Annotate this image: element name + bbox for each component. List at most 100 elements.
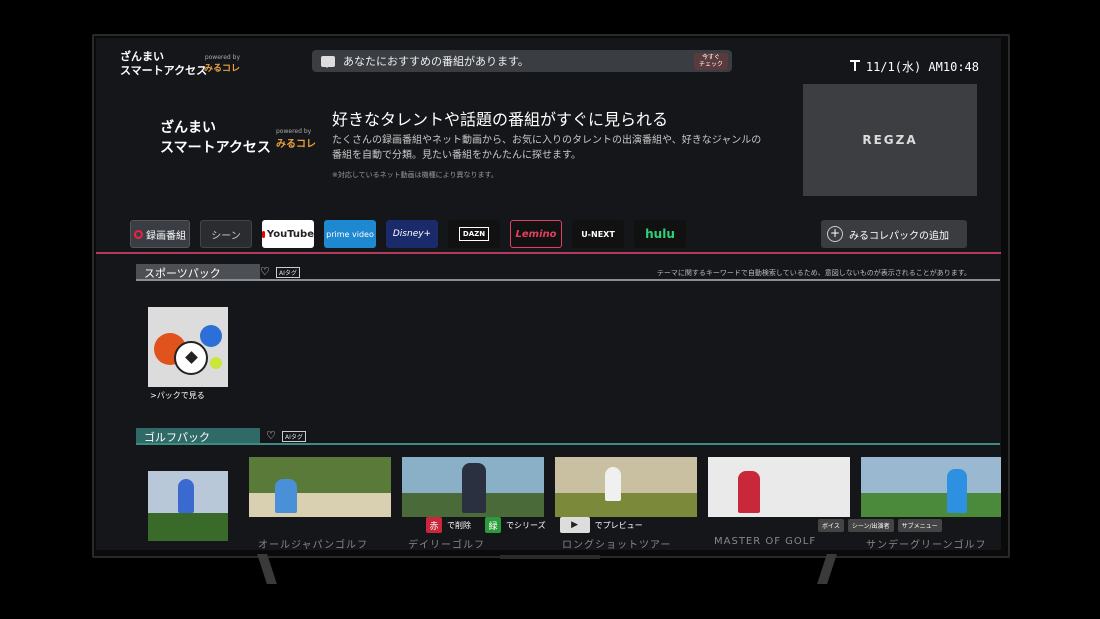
hero-note: ※対応しているネット動画は機種により異なります。	[332, 171, 498, 179]
ground	[555, 493, 697, 517]
tab-dazn-label: DAZN	[458, 227, 490, 241]
soccer-ball-shape	[174, 341, 208, 375]
message-icon	[321, 55, 335, 68]
regza-logo: REGZA	[862, 133, 918, 147]
sports-pack-thumbnail[interactable]	[148, 307, 228, 387]
sub-key-hints: ボイス シーン/出演者 サブメニュー	[818, 519, 946, 532]
tab-youtube-label: YouTube	[266, 228, 314, 240]
golf-thumbnail[interactable]	[708, 457, 850, 517]
tv-bottom-bar	[500, 555, 600, 559]
sky	[249, 457, 391, 493]
golf-thumbnail[interactable]	[249, 457, 391, 517]
golf-thumbnail[interactable]	[148, 471, 228, 541]
mirukore-logo: みるコレ	[204, 64, 241, 74]
golf-thumbnail[interactable]	[402, 457, 544, 517]
powered-by-text: powered by	[204, 54, 241, 61]
tab-lemino-label: Lemino	[515, 228, 557, 240]
golfer-figure	[738, 471, 760, 513]
tab-prime-video[interactable]: prime video	[324, 220, 376, 248]
heart-icon[interactable]: ♡	[260, 265, 270, 278]
theme-note: テーマに関するキーワードで自動検索しているため、意図しないものが表示されることが…	[656, 269, 971, 277]
remote-controls-hint: 赤 で削除 緑 でシリーズ ▶ でプレビュー	[426, 516, 657, 534]
tab-youtube[interactable]: YouTube	[262, 220, 314, 248]
check-now-line2: チェック	[698, 61, 723, 68]
voice-key: ボイス	[818, 519, 844, 532]
add-pack-button[interactable]: + みるコレパックの追加	[821, 220, 967, 248]
tab-lemino[interactable]: Lemino	[510, 220, 562, 248]
golfer-figure	[462, 463, 486, 513]
pack-view-link[interactable]: >パックで見る	[150, 390, 205, 401]
play-icon: ▶	[559, 517, 590, 533]
antenna-icon	[849, 60, 860, 72]
service-tabs: 録画番組 シーン YouTube prime video Disney+ DAZ…	[130, 218, 696, 250]
red-key-label: で削除	[447, 520, 471, 530]
green-key: 緑	[485, 517, 501, 533]
hero-description: たくさんの録画番組やネット動画から、お気に入りのタレントの出演番組や、好きなジャ…	[332, 135, 762, 161]
golf-divider	[136, 443, 1000, 445]
tennis-ball-shape	[210, 357, 222, 369]
tab-scene-label: シーン	[211, 230, 241, 242]
hero-powered-text: powered by	[276, 128, 312, 135]
youtube-icon	[262, 230, 265, 238]
add-pack-label: みるコレパックの追加	[849, 230, 949, 242]
golf-caption: デイリーゴルフ	[408, 540, 485, 550]
record-icon	[134, 229, 143, 239]
ai-tag-badge: AIタグ	[282, 431, 306, 442]
red-key: 赤	[426, 517, 442, 533]
app-title: ざんまい スマートアクセス	[120, 50, 207, 78]
sports-divider	[136, 279, 1000, 281]
tab-disney-plus[interactable]: Disney+	[386, 220, 438, 248]
golfer-figure	[275, 479, 297, 513]
golfer-figure	[947, 469, 967, 513]
ground	[861, 493, 1001, 517]
tab-recorded-label: 録画番組	[146, 230, 186, 242]
heart-icon[interactable]: ♡	[266, 429, 276, 442]
plus-icon: +	[827, 226, 843, 242]
sand	[249, 493, 391, 517]
golfer-figure	[178, 479, 194, 513]
golf-caption: サンデーグリーンゴルフ	[866, 540, 987, 550]
golf-thumbnail[interactable]	[861, 457, 1001, 517]
tv-screen: ざんまい スマートアクセス powered by みるコレ あなたにおすすめの番…	[96, 38, 1001, 550]
ai-tag-badge: AIタグ	[276, 267, 300, 278]
submenu-key: サブメニュー	[897, 519, 942, 532]
sky	[861, 457, 1001, 493]
app-title-line2: スマートアクセス	[120, 64, 208, 77]
golfer-figure	[605, 467, 621, 501]
tab-unext-label: U-NEXT	[581, 229, 615, 239]
app-title-line1: ざんまい	[120, 50, 164, 63]
clock: 11/1(水) AM10:48	[849, 58, 979, 75]
play-key-label: でプレビュー	[594, 520, 643, 530]
check-now-button[interactable]: 今すぐ チェック	[694, 53, 728, 70]
ground	[148, 513, 228, 541]
sky	[555, 457, 697, 493]
tab-scene[interactable]: シーン	[200, 220, 252, 248]
ball-shape	[200, 325, 222, 347]
golf-caption: ロングショットツアー	[562, 540, 672, 550]
powered-by: powered by みるコレ	[204, 54, 240, 74]
scene-cast-key: シーン/出演者	[847, 519, 894, 532]
hero-title: 好きなタレントや話題の番組がすぐに見られる	[332, 110, 669, 129]
tab-disney-label: Disney+	[392, 229, 432, 239]
recommendation-notice[interactable]: あなたにおすすめの番組があります。 今すぐ チェック	[312, 50, 732, 72]
golf-thumbnail[interactable]	[555, 457, 697, 517]
golf-caption: オールジャパンゴルフ	[258, 540, 368, 550]
regza-preview: REGZA	[803, 84, 977, 196]
tab-prime-label: prime video	[326, 229, 374, 239]
tab-unext[interactable]: U-NEXT	[572, 220, 624, 248]
tab-hulu[interactable]: hulu	[634, 220, 686, 248]
notice-text: あなたにおすすめの番組があります。	[343, 55, 529, 68]
tab-divider	[96, 252, 1001, 254]
hero-mirukore-logo: みるコレ	[276, 139, 316, 150]
tv-stand-right	[817, 554, 837, 584]
golf-caption: MASTER OF GOLF	[714, 536, 817, 547]
hero-logo: ざんまい スマートアクセス powered by みるコレ	[160, 118, 320, 178]
tab-dazn[interactable]: DAZN	[448, 220, 500, 248]
clock-text: 11/1(水) AM10:48	[865, 60, 979, 74]
tab-hulu-label: hulu	[645, 227, 675, 241]
green-key-label: でシリーズ	[506, 520, 546, 530]
tv-stand-left	[257, 554, 277, 584]
check-now-line1: 今すぐ	[701, 54, 720, 61]
hero-powered-by: powered by みるコレ	[276, 128, 316, 150]
tab-recorded[interactable]: 録画番組	[130, 220, 190, 248]
